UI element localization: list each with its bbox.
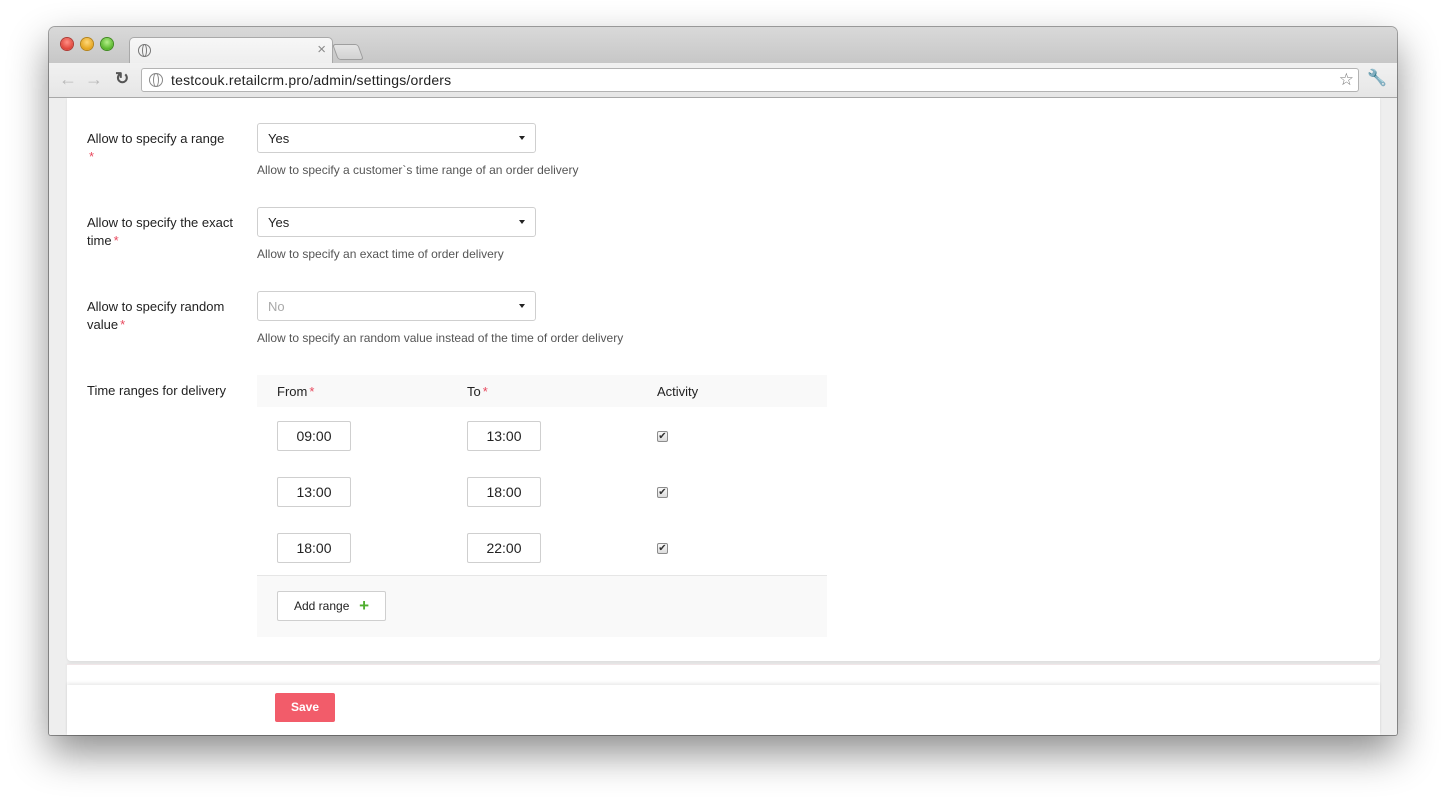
column-activity: Activity xyxy=(657,384,699,399)
url-host: testcouk.retailcrm.pro xyxy=(171,72,310,88)
caret-down-icon xyxy=(519,304,525,308)
forward-arrow-icon[interactable]: → xyxy=(85,69,103,89)
time-ranges-label: Time ranges for delivery xyxy=(87,383,226,398)
url-path: /admin/settings/orders xyxy=(309,72,452,88)
exact-label-text: Allow to specify the exact time xyxy=(87,215,233,248)
required-mark: * xyxy=(482,384,488,399)
exact-help: Allow to specify an exact time of order … xyxy=(257,247,504,261)
browser-toolbar: ← → ↻ testcouk.retailcrm.pro/admin/setti… xyxy=(49,63,1397,98)
time-ranges-table: From * To * Activity 09:00 13:00 ✔ 13:00 1… xyxy=(257,375,827,637)
page-viewport: Allow to specify a range * Yes Allow to s… xyxy=(49,98,1397,735)
range-label-text: Allow to specify a range xyxy=(87,131,225,146)
required-mark: * xyxy=(309,384,315,399)
settings-panel: Allow to specify a range * Yes Allow to s… xyxy=(67,98,1380,661)
plus-icon: + xyxy=(359,596,369,615)
from-time-input[interactable]: 13:00 xyxy=(277,477,351,507)
random-select-value: No xyxy=(268,299,285,314)
from-time-input[interactable]: 18:00 xyxy=(277,533,351,563)
tab-close-icon[interactable]: × xyxy=(317,41,326,59)
globe-icon xyxy=(138,44,151,57)
add-range-label: Add range xyxy=(294,599,350,613)
exact-select-value: Yes xyxy=(268,215,290,230)
table-row: 13:00 18:00 ✔ xyxy=(257,463,827,520)
range-label: Allow to specify a range * xyxy=(87,130,237,166)
browser-window: × ← → ↻ testcouk.retailcrm.pro/admin/set… xyxy=(49,27,1397,735)
from-time-input[interactable]: 09:00 xyxy=(277,421,351,451)
range-select-value: Yes xyxy=(268,131,290,146)
activity-checkbox[interactable]: ✔ xyxy=(657,431,668,442)
exact-label: Allow to specify the exact time * xyxy=(87,214,237,250)
save-button[interactable]: Save xyxy=(275,693,335,722)
address-bar[interactable]: testcouk.retailcrm.pro/admin/settings/or… xyxy=(141,68,1359,92)
url-text: testcouk.retailcrm.pro/admin/settings/or… xyxy=(171,72,451,88)
exact-select[interactable]: Yes xyxy=(257,207,536,237)
minimize-window-button[interactable] xyxy=(81,38,93,50)
range-select[interactable]: Yes xyxy=(257,123,536,153)
random-select[interactable]: No xyxy=(257,291,536,321)
random-label: Allow to specify random value * xyxy=(87,298,237,334)
wrench-icon[interactable]: 🔧 xyxy=(1367,69,1387,89)
random-label-text: Allow to specify random value xyxy=(87,299,225,332)
browser-tab[interactable]: × xyxy=(129,37,333,64)
add-range-button[interactable]: Add range + xyxy=(277,591,386,621)
new-tab-button[interactable] xyxy=(332,44,364,60)
table-header: From * To * Activity xyxy=(257,375,827,408)
close-window-button[interactable] xyxy=(61,38,73,50)
table-row: 09:00 13:00 ✔ xyxy=(257,407,827,464)
caret-down-icon xyxy=(519,136,525,140)
column-from: From * xyxy=(277,384,314,399)
activity-checkbox[interactable]: ✔ xyxy=(657,543,668,554)
to-time-input[interactable]: 22:00 xyxy=(467,533,541,563)
column-to-text: To xyxy=(467,384,481,399)
required-mark: * xyxy=(113,233,119,248)
back-arrow-icon[interactable]: ← xyxy=(59,69,77,89)
range-help: Allow to specify a customer`s time range… xyxy=(257,163,579,177)
globe-icon xyxy=(149,73,163,87)
table-row: 18:00 22:00 ✔ xyxy=(257,519,827,576)
star-icon[interactable]: ☆ xyxy=(1339,70,1354,90)
title-bar: × xyxy=(49,27,1397,64)
save-bar: Save xyxy=(67,685,1380,735)
to-time-input[interactable]: 18:00 xyxy=(467,477,541,507)
reload-icon[interactable]: ↻ xyxy=(115,69,129,89)
random-help: Allow to specify an random value instead… xyxy=(257,331,624,345)
column-to: To * xyxy=(467,384,488,399)
required-mark: * xyxy=(89,149,95,164)
activity-checkbox[interactable]: ✔ xyxy=(657,487,668,498)
column-from-text: From xyxy=(277,384,308,399)
to-time-input[interactable]: 13:00 xyxy=(467,421,541,451)
required-mark: * xyxy=(120,317,126,332)
caret-down-icon xyxy=(519,220,525,224)
maximize-window-button[interactable] xyxy=(101,38,113,50)
